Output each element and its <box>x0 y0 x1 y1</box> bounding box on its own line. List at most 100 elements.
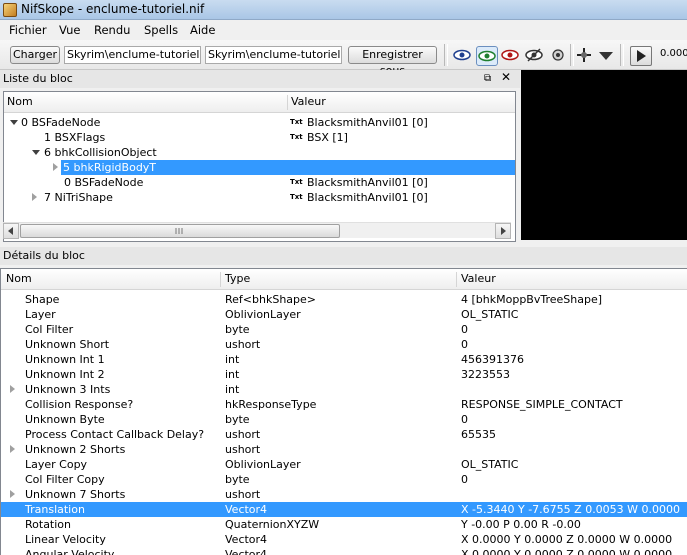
detail-name: Unknown 7 Shorts <box>25 488 126 501</box>
detail-row[interactable]: Shape Ref<bhkShape> 4 [bhkMoppBvTreeShape] <box>1 292 687 307</box>
float-dock-icon[interactable]: ⧉ <box>484 71 491 86</box>
tree-row-name: 7 NiTriShape <box>44 191 113 204</box>
save-path-field[interactable]: Skyrim\enclume-tutoriel.nif <box>205 46 342 64</box>
detail-value: X 0.0000 Y 0.0000 Z 0.0000 W 0.0000 <box>461 548 673 555</box>
detail-type: byte <box>225 473 250 486</box>
detail-row[interactable]: Unknown Int 2 int 3223553 <box>1 367 687 382</box>
tree-row[interactable]: 7 NiTriShape Txt BlacksmithAnvil01 [0] <box>4 190 515 205</box>
txt-tag: Txt <box>290 118 303 126</box>
axis-icon[interactable] <box>574 46 594 64</box>
detail-name: Unknown Int 1 <box>25 353 105 366</box>
expand-arrow-icon[interactable] <box>53 163 58 171</box>
column-header-type[interactable]: Type <box>225 271 250 286</box>
expand-arrow-icon[interactable] <box>10 445 15 453</box>
menu-spells[interactable]: Spells <box>144 23 178 37</box>
tree-row[interactable]: 6 bhkCollisionObject <box>4 145 515 160</box>
detail-value: OL_STATIC <box>461 458 519 471</box>
txt-tag: Txt <box>290 178 303 186</box>
eye-green-icon[interactable] <box>476 46 498 66</box>
detail-name: Shape <box>25 293 60 306</box>
detail-row[interactable]: Col Filter Copy byte 0 <box>1 472 687 487</box>
block-details-title: Détails du bloc <box>3 249 85 262</box>
detail-row[interactable]: Collision Response? hkResponseType RESPONS… <box>1 397 687 412</box>
detail-row[interactable]: Col Filter byte 0 <box>1 322 687 337</box>
detail-value: 0 <box>461 338 468 351</box>
expand-arrow-icon[interactable] <box>32 150 40 155</box>
detail-row[interactable]: Rotation QuaternionXYZW Y -0.00 P 0.00 R -… <box>1 517 687 532</box>
detail-name: Linear Velocity <box>25 533 106 546</box>
detail-name: Unknown 3 Ints <box>25 383 111 396</box>
expand-arrow-icon[interactable] <box>10 385 15 393</box>
detail-name: Collision Response? <box>25 398 134 411</box>
detail-row[interactable]: Process Contact Callback Delay? ushort 655… <box>1 427 687 442</box>
detail-row[interactable]: Translation Vector4 X -5.3440 Y -7.6755 Z … <box>1 502 687 517</box>
detail-value: Y -0.00 P 0.00 R -0.00 <box>461 518 581 531</box>
detail-type: OblivionLayer <box>225 458 301 471</box>
tree-row[interactable]: 0 BSFadeNode Txt BlacksmithAnvil01 [0] <box>4 175 515 190</box>
detail-row[interactable]: Unknown Int 1 int 456391376 <box>1 352 687 367</box>
expand-arrow-icon[interactable] <box>32 193 37 201</box>
detail-row[interactable]: Unknown 3 Ints int <box>1 382 687 397</box>
toolbar-separator <box>444 44 448 66</box>
eye-blue-icon[interactable] <box>452 46 472 64</box>
expand-arrow-icon[interactable] <box>10 120 18 125</box>
tree-row-name: 5 bhkRigidBodyT <box>63 161 157 174</box>
tree-row-name: 0 BSFadeNode <box>21 116 101 129</box>
column-header-name[interactable]: Nom <box>6 271 32 286</box>
detail-value: 456391376 <box>461 353 524 366</box>
detail-type: Vector4 <box>225 548 268 555</box>
load-button[interactable]: Charger <box>10 46 60 64</box>
expand-arrow-icon[interactable] <box>10 490 15 498</box>
detail-value: RESPONSE_SIMPLE_CONTACT <box>461 398 623 411</box>
play-icon[interactable] <box>630 46 652 66</box>
detail-value: 0 <box>461 413 468 426</box>
detail-type: ushort <box>225 338 261 351</box>
menu-fichier[interactable]: Fichier <box>9 23 47 37</box>
eye-hidden-icon[interactable] <box>524 46 544 64</box>
chevron-down-icon[interactable] <box>596 46 616 64</box>
column-header-name[interactable]: Nom <box>7 94 33 109</box>
tree-row[interactable]: 0 BSFadeNode Txt BlacksmithAnvil01 [0] <box>4 115 515 130</box>
tree-row[interactable]: 5 bhkRigidBodyT <box>4 160 515 175</box>
detail-row[interactable]: Unknown 7 Shorts ushort <box>1 487 687 502</box>
detail-row[interactable]: Linear Velocity Vector4 X 0.0000 Y 0.0000 … <box>1 532 687 547</box>
save-as-button[interactable]: Enregistrer sous <box>348 46 437 77</box>
scroll-left-button[interactable] <box>3 223 19 239</box>
menu-vue[interactable]: Vue <box>59 23 80 37</box>
grip-icon <box>175 228 183 234</box>
detail-name: Unknown 2 Shorts <box>25 443 126 456</box>
detail-name: Unknown Byte <box>25 413 105 426</box>
scroll-right-button[interactable] <box>495 223 511 239</box>
detail-name: Col Filter <box>25 323 74 336</box>
tree-row-name: 6 bhkCollisionObject <box>44 146 157 159</box>
column-divider <box>456 272 457 287</box>
scrollbar-thumb[interactable] <box>20 224 340 238</box>
detail-type: byte <box>225 323 250 336</box>
block-list-tree[interactable]: Nom Valeur 0 BSFadeNode Txt BlacksmithAn… <box>3 91 516 242</box>
column-header-value[interactable]: Valeur <box>461 271 496 286</box>
detail-type: QuaternionXYZW <box>225 518 320 531</box>
close-icon[interactable]: ✕ <box>501 70 511 85</box>
detail-row[interactable]: Angular Velocity Vector4 X 0.0000 Y 0.0000… <box>1 547 687 555</box>
detail-row[interactable]: Layer Copy OblivionLayer OL_STATIC <box>1 457 687 472</box>
horizontal-scrollbar[interactable] <box>3 222 511 239</box>
app-logo-icon <box>3 3 17 17</box>
menu-aide[interactable]: Aide <box>190 23 215 37</box>
render-viewport[interactable] <box>521 70 687 240</box>
detail-row[interactable]: Unknown 2 Shorts ushort <box>1 442 687 457</box>
detail-type: int <box>225 383 240 396</box>
menu-rendu[interactable]: Rendu <box>94 23 130 37</box>
detail-name: Layer <box>25 308 56 321</box>
detail-type: ushort <box>225 488 261 501</box>
detail-row[interactable]: Unknown Short ushort 0 <box>1 337 687 352</box>
block-details-table[interactable]: Nom Type Valeur Shape Ref<bhkShape> 4 [bhk… <box>0 268 687 555</box>
detail-type: Ref<bhkShape> <box>225 293 316 306</box>
column-header-value[interactable]: Valeur <box>291 94 326 109</box>
load-path-field[interactable]: Skyrim\enclume-tutoriel.nif <box>64 46 201 64</box>
settings-eye-icon[interactable] <box>548 46 568 64</box>
detail-row[interactable]: Unknown Byte byte 0 <box>1 412 687 427</box>
detail-row[interactable]: Layer OblivionLayer OL_STATIC <box>1 307 687 322</box>
eye-red-icon[interactable] <box>500 46 520 64</box>
block-list-header: Nom Valeur <box>4 92 515 113</box>
tree-row[interactable]: 1 BSXFlags Txt BSX [1] <box>4 130 515 145</box>
